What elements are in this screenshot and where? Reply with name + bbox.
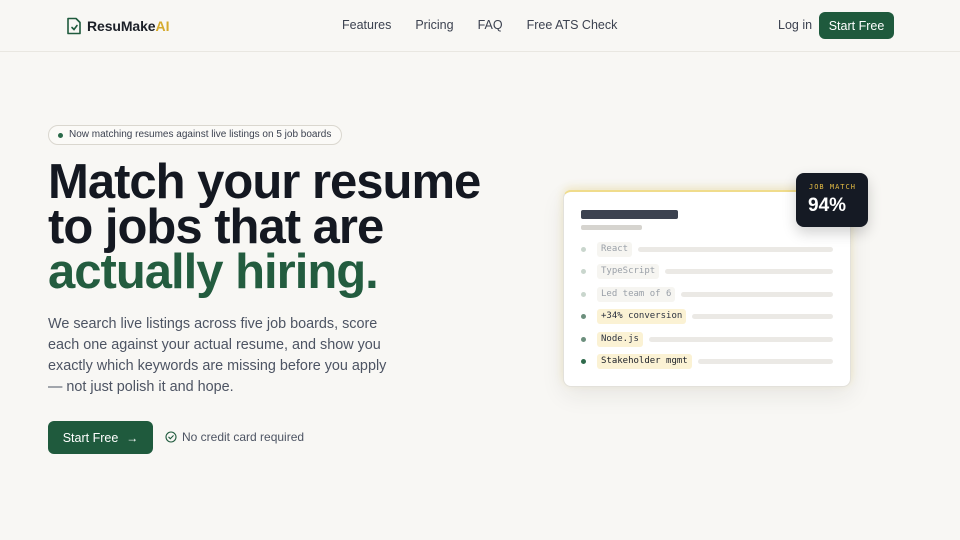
nav-features[interactable]: Features (342, 17, 391, 33)
keyword-dot-icon (581, 313, 586, 319)
nav-faq[interactable]: FAQ (478, 17, 503, 33)
login-link[interactable]: Log in (778, 17, 812, 33)
top-nav: ResuMake AI Features Pricing FAQ Free ATS… (0, 0, 960, 52)
keyword-dot-icon (581, 291, 586, 297)
job-match-score: 94% (808, 195, 847, 216)
nav-free-ats-check[interactable]: Free ATS Check (527, 17, 618, 33)
keyword-row: Stakeholder mgmt (581, 353, 833, 369)
arrow-right-icon: → (126, 430, 139, 445)
announcement-text: Now matching resumes against live listin… (69, 129, 332, 140)
keyword-line-placeholder (648, 336, 833, 342)
keyword-chip: Led team of 6 (597, 286, 676, 302)
headline-line-1: Match your resume (48, 155, 481, 209)
keyword-row: +34% conversion (581, 308, 833, 324)
keyword-chip: +34% conversion (597, 308, 687, 324)
job-match-label: JOB MATCH (809, 183, 856, 191)
no-credit-card-text: No credit card required (182, 430, 305, 444)
keyword-chip: Stakeholder mgmt (597, 353, 692, 369)
hero-headline: Match your resume to jobs that are actua… (48, 155, 508, 299)
keyword-row: React (581, 241, 833, 257)
logo[interactable]: ResuMake AI (66, 16, 169, 36)
keyword-line-placeholder (692, 313, 833, 319)
resume-logo-icon (67, 17, 81, 35)
keyword-line-placeholder (681, 291, 833, 297)
keyword-dot-icon (581, 246, 586, 252)
card-subtitle-placeholder (581, 225, 642, 230)
keyword-chip: Node.js (597, 331, 643, 347)
start-free-nav-button[interactable]: Start Free (819, 12, 894, 39)
keyword-row: TypeScript (581, 263, 833, 279)
keyword-chip: React (597, 241, 633, 257)
card-title-placeholder (581, 210, 678, 219)
keyword-line-placeholder (697, 358, 833, 364)
job-match-badge: JOB MATCH 94% (796, 173, 868, 227)
logo-text: ResuMake (87, 18, 156, 34)
announcement-pill: Now matching resumes against live listin… (48, 125, 343, 145)
keyword-dot-icon (581, 336, 586, 342)
no-credit-card-note: No credit card required (165, 430, 304, 444)
hero-subtext: We search live listings across five job … (48, 316, 387, 395)
keyword-line-placeholder (665, 268, 833, 274)
logo-accent: AI (155, 18, 170, 34)
nav-links: Features Pricing FAQ Free ATS Check (342, 17, 641, 33)
start-free-hero-button[interactable]: Start Free → (48, 421, 153, 454)
headline-line-3: actually hiring. (48, 245, 379, 299)
keyword-row: Led team of 6 (581, 286, 833, 302)
keyword-chip: TypeScript (597, 263, 660, 279)
check-circle-icon (165, 431, 177, 443)
nav-pricing[interactable]: Pricing (415, 17, 453, 33)
keyword-row: Node.js (581, 331, 833, 347)
keyword-dot-icon (581, 358, 586, 364)
keyword-dot-icon (581, 268, 586, 274)
cta-label: Start Free (62, 430, 119, 445)
status-dot-icon (58, 133, 63, 138)
keyword-line-placeholder (638, 246, 833, 252)
headline-line-2: to jobs that are (48, 200, 384, 254)
